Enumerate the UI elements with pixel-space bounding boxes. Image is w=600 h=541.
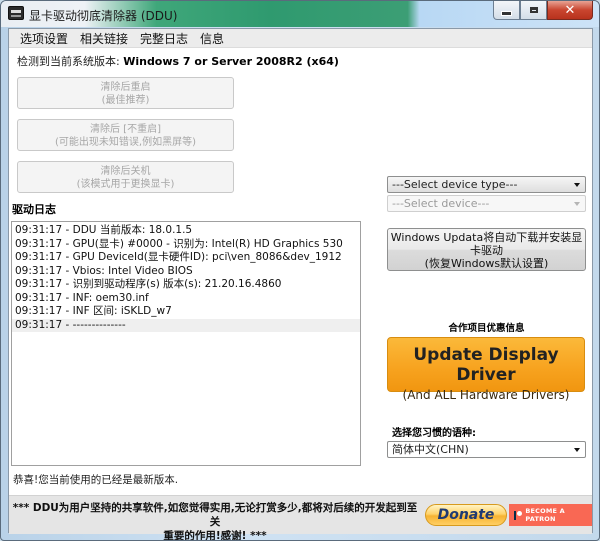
language-select[interactable]: 简体中文(CHN) bbox=[387, 441, 586, 458]
clean-and-restart-button[interactable]: 清除后重启 (最佳推荐) bbox=[17, 77, 234, 109]
ddu-window: 显卡驱动彻底清除器 (DDU) ✕ 选项设置 相关链接 完整日志 信息 检测到当… bbox=[0, 0, 600, 541]
chevron-down-icon bbox=[574, 448, 580, 452]
log-line[interactable]: 09:31:17 - INF: oem30.inf bbox=[12, 292, 360, 306]
button-line2: (And ALL Hardware Drivers) bbox=[402, 388, 570, 402]
button-line2: (该模式用于更换显卡) bbox=[76, 179, 175, 190]
os-detect-label: 检测到当前系统版本: bbox=[17, 55, 124, 68]
close-icon: ✕ bbox=[564, 2, 576, 18]
device-type-select[interactable]: ---Select device type--- bbox=[387, 176, 586, 193]
button-line1: Windows Updata将自动下载并安装显 bbox=[390, 231, 583, 244]
footer-line2: 重要的作用!感谢! *** bbox=[163, 530, 267, 541]
footer-message: *** DDU为用户坚持的共享软件,如您觉得实用,无论打赏多少,都将对后续的开发… bbox=[9, 501, 421, 541]
patron-label: BECOME A PATRON bbox=[525, 507, 565, 523]
menu-options[interactable]: 选项设置 bbox=[14, 30, 74, 47]
menu-links[interactable]: 相关链接 bbox=[74, 30, 134, 47]
patreon-icon bbox=[514, 510, 523, 520]
button-line2: 卡驱动 bbox=[470, 244, 503, 257]
device-type-value: ---Select device type--- bbox=[392, 178, 518, 191]
menu-bar: 选项设置 相关链接 完整日志 信息 bbox=[9, 29, 592, 48]
device-select[interactable]: ---Select device--- bbox=[387, 195, 586, 212]
menu-full-log[interactable]: 完整日志 bbox=[134, 30, 194, 47]
title-bar[interactable]: 显卡驱动彻底清除器 (DDU) ✕ bbox=[1, 1, 599, 27]
update-display-driver-button[interactable]: Update Display Driver (And ALL Hardware … bbox=[387, 337, 585, 402]
maximize-button[interactable] bbox=[520, 1, 547, 20]
log-line[interactable]: 09:31:17 - GPU DeviceId(显卡硬件ID): pci\ven… bbox=[12, 251, 360, 265]
window-title: 显卡驱动彻底清除器 (DDU) bbox=[29, 9, 178, 23]
app-icon bbox=[8, 6, 24, 20]
donate-button[interactable]: Donate bbox=[425, 504, 507, 526]
button-line2: (最佳推荐) bbox=[101, 95, 150, 106]
button-line2: (可能出现未知错误,例如黑屏等) bbox=[55, 137, 196, 148]
log-line[interactable]: 09:31:17 - Vbios: Intel Video BIOS bbox=[12, 265, 360, 279]
window-controls: ✕ bbox=[493, 1, 593, 20]
partner-label: 合作项目优惠信息 bbox=[448, 323, 525, 334]
minimize-icon bbox=[501, 10, 512, 16]
windows-update-button[interactable]: Windows Updata将自动下载并安装显 卡驱动 (恢复Windows默认… bbox=[387, 228, 586, 271]
log-line-selected[interactable]: 09:31:17 - -------------- bbox=[12, 318, 360, 332]
log-line[interactable]: 09:31:17 - 识别到驱动程序(s) 版本(s): 21.20.16.48… bbox=[12, 278, 360, 292]
button-line1: Update Display Driver bbox=[413, 345, 559, 385]
chevron-down-icon bbox=[574, 183, 580, 187]
footer-line1: *** DDU为用户坚持的共享软件,如您觉得实用,无论打赏多少,都将对后续的开发… bbox=[12, 502, 418, 528]
clean-and-shutdown-button[interactable]: 清除后关机 (该模式用于更换显卡) bbox=[17, 161, 234, 193]
become-patron-button[interactable]: BECOME A PATRON bbox=[509, 504, 592, 526]
clean-no-restart-button[interactable]: 清除后 [不重启] (可能出现未知错误,例如黑屏等) bbox=[17, 119, 234, 151]
footer: *** DDU为用户坚持的共享软件,如您觉得实用,无论打赏多少,都将对后续的开发… bbox=[9, 495, 592, 540]
language-value: 简体中文(CHN) bbox=[392, 443, 469, 456]
client-area: 选项设置 相关链接 完整日志 信息 检测到当前系统版本: Windows 7 o… bbox=[8, 28, 593, 540]
maximize-icon bbox=[529, 7, 538, 13]
driver-log-list[interactable]: 09:31:17 - DDU 当前版本: 18.0.1.5 09:31:17 -… bbox=[11, 221, 361, 466]
minimize-button[interactable] bbox=[493, 1, 520, 20]
button-line1: 清除后关机 bbox=[100, 166, 151, 177]
button-line1: 清除后 [不重启] bbox=[90, 124, 161, 135]
language-label: 选择您习惯的语种: bbox=[392, 428, 476, 439]
os-detect-value: Windows 7 or Server 2008R2 (x64) bbox=[123, 55, 339, 68]
log-line[interactable]: 09:31:17 - INF 区间: iSKLD_w7 bbox=[12, 305, 360, 319]
status-message: 恭喜!您当前使用的已经是最新版本. bbox=[13, 474, 179, 486]
chevron-down-icon bbox=[574, 202, 580, 206]
log-line[interactable]: 09:31:17 - DDU 当前版本: 18.0.1.5 bbox=[12, 224, 360, 238]
device-value: ---Select device--- bbox=[392, 197, 490, 210]
close-button[interactable]: ✕ bbox=[547, 1, 593, 20]
button-line3: (恢复Windows默认设置) bbox=[424, 257, 549, 270]
menu-info[interactable]: 信息 bbox=[194, 30, 230, 47]
os-detect-line: 检测到当前系统版本: Windows 7 or Server 2008R2 (x… bbox=[17, 53, 339, 69]
button-line1: 清除后重启 bbox=[100, 82, 151, 93]
log-label: 驱动日志 bbox=[12, 203, 56, 216]
log-line[interactable]: 09:31:17 - GPU(显卡) #0000 - 识别为: Intel(R)… bbox=[12, 238, 360, 252]
